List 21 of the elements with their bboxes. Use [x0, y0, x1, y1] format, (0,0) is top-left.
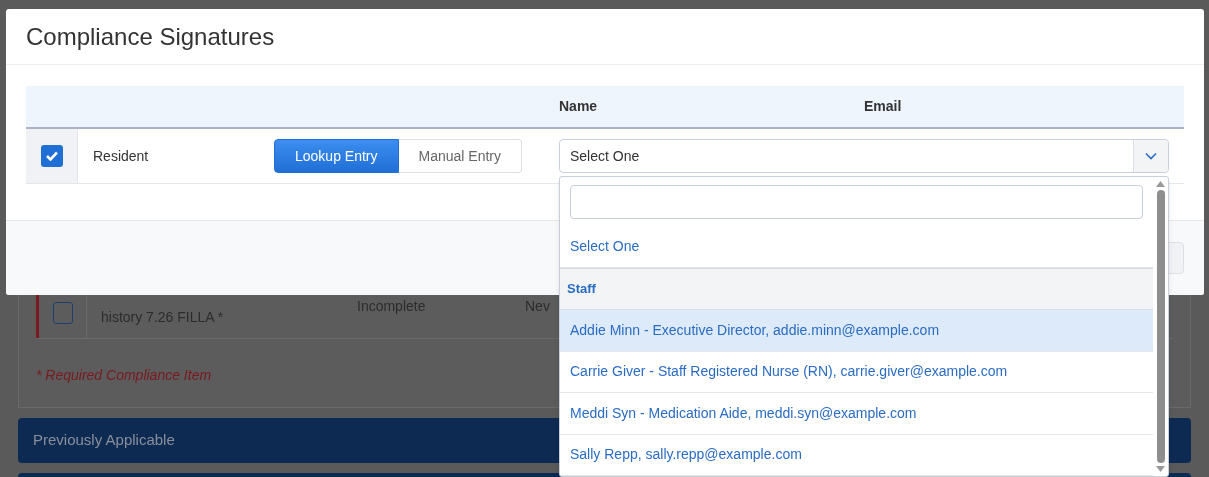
- entry-mode-toggle[interactable]: Manual Entry: [398, 139, 522, 173]
- scroll-up-icon: [1156, 181, 1165, 187]
- dropdown-option[interactable]: Addie Minn - Executive Director, addie.minn@example.com: [560, 310, 1153, 352]
- select-field[interactable]: Select One: [559, 139, 1169, 173]
- search-field[interactable]: [570, 185, 1143, 219]
- dropdown-option[interactable]: Carrie Giver - Staff Registered Nurse (RN), carrie.giver@example.com: [560, 351, 1153, 393]
- role-label: Resident: [93, 146, 150, 166]
- column-header: Name: [559, 97, 599, 116]
- required-note: * Required Compliance Item: [36, 367, 212, 383]
- dialog-title: Compliance Signatures: [26, 21, 275, 52]
- checkbox[interactable]: [52, 302, 73, 324]
- dropdown-option[interactable]: Select One: [560, 226, 1153, 268]
- chevron-down-icon: [1145, 152, 1157, 160]
- checkmark-icon: [45, 151, 58, 161]
- dropdown-option[interactable]: Meddi Syn - Medication Aide, meddi.syn@example.com: [560, 393, 1153, 435]
- dropdown-option[interactable]: Sally Repp, sally.repp@example.com: [560, 434, 1153, 476]
- entry-mode-toggle[interactable]: Lookup Entry: [274, 139, 399, 173]
- option-group-header: Staff: [560, 267, 1153, 310]
- checkbox[interactable]: [40, 145, 63, 167]
- scrollbar-thumb[interactable]: [1156, 190, 1165, 463]
- column-header: Email: [864, 97, 902, 116]
